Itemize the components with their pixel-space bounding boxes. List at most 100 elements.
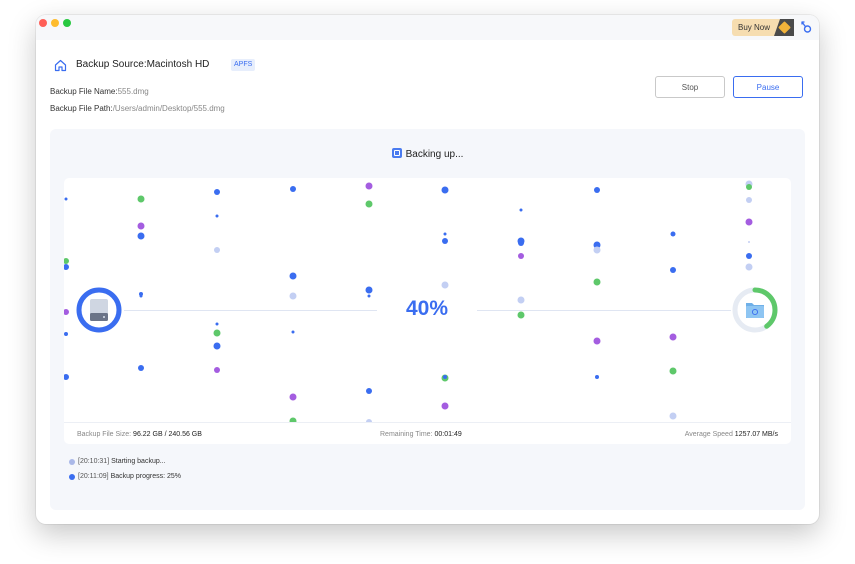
data-particle xyxy=(64,374,69,380)
zoom-window-button[interactable] xyxy=(63,19,71,27)
close-window-button[interactable] xyxy=(39,19,47,27)
data-particle xyxy=(137,222,145,230)
data-particle xyxy=(214,247,220,253)
data-particle xyxy=(64,309,69,315)
data-particle xyxy=(517,296,525,304)
data-particle xyxy=(365,286,373,294)
data-particle xyxy=(441,281,449,289)
key-icon[interactable] xyxy=(800,20,812,34)
backup-status-icon xyxy=(391,148,402,158)
data-particle xyxy=(670,267,676,273)
data-particle xyxy=(213,342,221,350)
data-particle xyxy=(593,246,601,254)
data-particle xyxy=(519,208,523,212)
target-ring xyxy=(731,286,779,334)
data-particle xyxy=(215,322,219,326)
data-particle xyxy=(441,186,449,194)
transfer-visualization: 40% Backup File Size: 96.22 GB / 240.56 … xyxy=(64,178,791,444)
data-particle xyxy=(517,311,525,319)
data-particle xyxy=(443,232,447,236)
file-name-label: Backup File Name: xyxy=(50,87,118,96)
log-message: Backup progress: 25% xyxy=(110,473,182,480)
data-particle xyxy=(365,200,373,208)
data-particle xyxy=(441,402,449,410)
data-particle xyxy=(518,240,524,246)
log-time: [20:10:31] xyxy=(78,458,110,465)
remaining-value: 00:01:49 xyxy=(434,431,462,438)
data-particle xyxy=(137,232,145,240)
log-entry: [20:11:09] Backup progress: 25% xyxy=(69,473,181,480)
data-particle xyxy=(518,253,524,259)
backup-file-name: Backup File Name:555.dmg xyxy=(50,87,149,96)
diamond-icon xyxy=(774,19,794,36)
speed-label: Average Speed xyxy=(684,431,733,438)
progress-percent: 40% xyxy=(377,297,477,321)
file-size-value: 96.22 GB / 240.56 GB xyxy=(133,431,202,438)
data-particle xyxy=(290,186,296,192)
data-particle xyxy=(593,337,601,345)
data-particle xyxy=(64,332,68,336)
data-particle xyxy=(138,365,144,371)
log-message: Starting backup... xyxy=(111,458,166,465)
data-particle xyxy=(64,197,68,201)
data-particle xyxy=(745,218,753,226)
data-particle xyxy=(64,264,69,270)
folder-icon xyxy=(746,303,764,318)
data-particle xyxy=(746,184,752,190)
home-icon[interactable] xyxy=(54,59,67,72)
title-bar: Buy Now xyxy=(36,15,819,40)
data-particle xyxy=(291,330,295,334)
log-time: [20:11:09] xyxy=(78,473,109,480)
data-particle xyxy=(442,238,448,244)
data-particle xyxy=(213,329,221,337)
data-particle xyxy=(745,263,753,271)
data-particle xyxy=(595,375,599,379)
file-name-value: 555.dmg xyxy=(117,87,149,96)
data-particle xyxy=(367,294,371,298)
data-particle xyxy=(670,231,676,237)
data-particle xyxy=(64,258,69,264)
data-particle xyxy=(443,375,447,379)
stop-button[interactable]: Stop xyxy=(655,76,725,98)
data-particle xyxy=(594,187,600,193)
data-particle xyxy=(669,367,677,375)
log-dot xyxy=(69,458,75,465)
backup-file-path: Backup File Path:/Users/admin/Desktop/55… xyxy=(50,104,225,113)
data-particle xyxy=(214,189,220,195)
data-particle xyxy=(139,292,143,296)
data-particle xyxy=(214,367,220,373)
file-path-value: /Users/admin/Desktop/555.dmg xyxy=(112,104,225,113)
log-dot xyxy=(69,473,75,480)
data-particle xyxy=(289,272,297,280)
status-line: Backing up... xyxy=(50,148,805,160)
data-particle xyxy=(215,214,219,218)
filesystem-badge: APFS xyxy=(231,59,256,71)
backup-source-title: Backup Source:Macintosh HD xyxy=(76,59,210,70)
data-particle xyxy=(365,182,373,190)
hard-drive-icon xyxy=(90,299,108,321)
data-particle xyxy=(289,292,297,300)
remaining-label: Remaining Time: xyxy=(380,431,433,438)
minimize-window-button[interactable] xyxy=(51,19,59,27)
pause-button[interactable]: Pause xyxy=(733,76,803,98)
data-particle xyxy=(746,197,752,203)
data-particle xyxy=(289,393,297,401)
data-particle xyxy=(137,195,145,203)
source-ring xyxy=(76,287,122,333)
data-particle xyxy=(746,253,752,259)
log-entry: [20:10:31] Starting backup... xyxy=(69,458,166,465)
average-speed-stat: Average Speed 1257.07 MB/s xyxy=(685,431,778,438)
data-particle xyxy=(366,388,372,394)
data-particle xyxy=(669,333,677,341)
data-particle xyxy=(593,278,601,286)
status-text: Backing up... xyxy=(405,149,464,160)
stats-bar: Backup File Size: 96.22 GB / 240.56 GB R… xyxy=(64,422,791,444)
speed-value: 1257.07 MB/s xyxy=(734,431,778,438)
progress-panel: Backing up... 40% Backup File Size: 96.2… xyxy=(50,129,805,510)
data-particle xyxy=(669,412,677,420)
data-particle xyxy=(748,241,750,243)
buy-now-button[interactable]: Buy Now xyxy=(732,19,794,36)
file-size-stat: Backup File Size: 96.22 GB / 240.56 GB xyxy=(77,431,202,438)
remaining-time-stat: Remaining Time: 00:01:49 xyxy=(380,431,462,438)
app-window: Buy Now Backup Source:Macintosh HD APFS … xyxy=(36,15,819,524)
